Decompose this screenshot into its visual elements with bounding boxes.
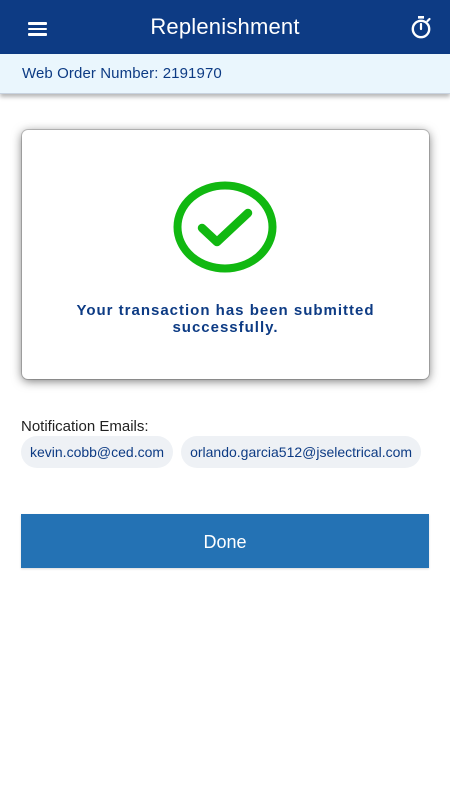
- success-message: Your transaction has been submitted succ…: [76, 302, 375, 336]
- email-chip[interactable]: kevin.cobb@ced.com: [21, 436, 174, 468]
- done-button[interactable]: Done: [21, 514, 429, 568]
- page-title: Replenishment: [150, 14, 300, 39]
- email-chip[interactable]: orlando.garcia512@jselectrical.com: [181, 436, 422, 468]
- confirmation-card: Your transaction has been submitted succ…: [22, 130, 429, 379]
- web-order-strip: Web Order Number: 2191970: [0, 54, 450, 94]
- replenishment-screen: Replenishment Web Order Number: 2191970 …: [0, 0, 450, 800]
- stopwatch-icon[interactable]: [408, 14, 434, 40]
- app-header: Replenishment: [0, 0, 450, 54]
- check-circle-icon: [173, 181, 277, 273]
- notification-email-list: kevin.cobb@ced.com orlando.garcia512@jsel…: [21, 436, 429, 468]
- notification-emails-label: Notification Emails:: [21, 418, 149, 435]
- web-order-number: Web Order Number: 2191970: [22, 65, 222, 82]
